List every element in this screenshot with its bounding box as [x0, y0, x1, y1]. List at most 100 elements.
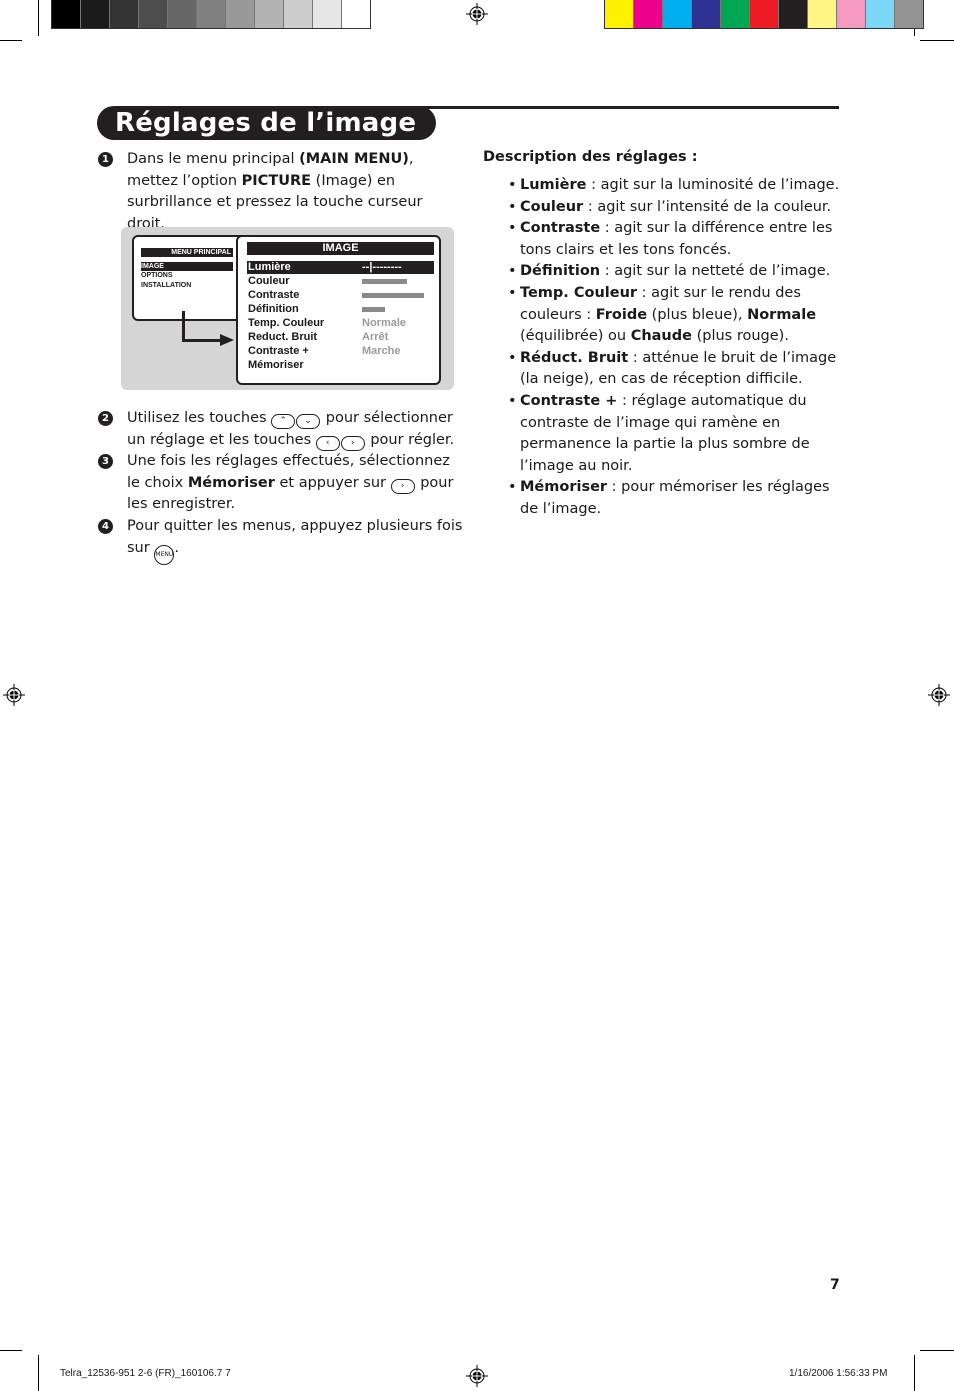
osd-row-value: Normale: [362, 317, 407, 329]
description-item: • Contraste : agit sur la différence entr…: [508, 218, 843, 261]
arrow-right-icon: [220, 334, 234, 346]
color-swatch: [721, 0, 750, 28]
bullet: •: [508, 479, 517, 496]
term: Contraste: [520, 220, 601, 237]
color-swatch: [342, 0, 370, 28]
term: Temp. Couleur: [520, 284, 638, 301]
term: Mémoriser: [520, 479, 608, 496]
step-number-badge: 3: [98, 454, 113, 469]
osd-main-menu-header: MENU PRINCIPAL: [141, 248, 233, 257]
color-swatch: [168, 0, 197, 28]
arrow-connector: [182, 339, 222, 342]
registration-mark-icon: [3, 684, 25, 706]
step-text: Une fois les réglages effectués, sélecti…: [127, 451, 463, 516]
osd-row-label: Définition: [248, 303, 299, 315]
osd-row-label: Contraste +: [248, 345, 309, 357]
registration-mark-icon: [466, 1365, 488, 1387]
osd-row-label: Temp. Couleur: [248, 317, 325, 329]
osd-row-label: Mémoriser: [248, 359, 304, 371]
grayscale-calibration-strip: [51, 0, 371, 29]
registration-mark-icon: [928, 684, 950, 706]
crop-mark: [914, 1355, 915, 1391]
term: Définition: [520, 263, 601, 280]
arrow-connector: [182, 311, 185, 341]
text: .: [174, 539, 179, 556]
osd-row-label: Reduct. Bruit: [248, 331, 318, 343]
step-number-badge: 2: [98, 411, 113, 426]
bullet: •: [508, 392, 517, 409]
color-swatch: [139, 0, 168, 28]
term: Couleur: [520, 198, 584, 215]
description-item: • Lumière : agit sur la luminosité de l’i…: [508, 175, 843, 197]
option-term: Normale: [747, 306, 817, 323]
definition: : agit sur la luminosité de l’image.: [586, 177, 840, 193]
osd-row-value: Marche: [362, 345, 401, 357]
step-text: Utilisez les touches ⌃ ⌄ pour sélectionne…: [127, 408, 463, 451]
osd-image-menu-row: Lumière --|--------: [247, 261, 434, 274]
osd-main-menu-item: INSTALLATION: [141, 282, 192, 289]
text: et appuyer sur: [274, 474, 391, 491]
osd-main-menu-item: OPTIONS: [141, 272, 173, 279]
osd-image-menu-row: Reduct. Bruit Arrêt: [247, 331, 434, 344]
osd-main-menu-item: IMAGE: [141, 262, 233, 271]
osd-row-label: Lumière: [248, 261, 291, 273]
option-text: (équilibrée) ou: [520, 328, 631, 345]
color-swatch: [663, 0, 692, 28]
option-text: (plus bleue),: [647, 306, 748, 323]
menu-key-icon: MENU: [154, 544, 175, 565]
osd-image-menu-row: Contraste + Marche: [247, 345, 434, 358]
bold-text: Mémoriser: [187, 474, 275, 491]
text: Utilisez les touches: [127, 410, 272, 426]
color-swatch: [692, 0, 721, 28]
description-heading: Description des réglages :: [483, 149, 698, 165]
color-swatch: [779, 0, 808, 28]
step-2: 2 Utilisez les touches ⌃ ⌄ pour sélection…: [98, 408, 463, 451]
bold-text: PICTURE: [241, 172, 312, 189]
description-item: • Mémoriser : pour mémoriser les réglages…: [508, 477, 843, 520]
description-item: • Couleur : agit sur l’intensité de la co…: [508, 197, 843, 219]
step-1: 1 Dans le menu principal (MAIN MENU), me…: [98, 149, 463, 235]
step-3: 3 Une fois les réglages effectués, sélec…: [98, 451, 463, 516]
osd-image-menu-row: Définition: [247, 303, 434, 316]
osd-image-menu-header: IMAGE: [247, 242, 434, 255]
step-text: Pour quitter les menus, appuyez plusieur…: [127, 516, 463, 565]
osd-image-menu-row: Couleur: [247, 275, 434, 288]
bullet: •: [508, 263, 517, 280]
osd-image-menu-row: Contraste: [247, 289, 434, 302]
color-swatch: [81, 0, 110, 28]
left-key-icon: ‹: [315, 435, 340, 451]
bullet: •: [508, 284, 517, 301]
title-rule: [390, 106, 839, 109]
osd-image-menu-row: Temp. Couleur Normale: [247, 317, 434, 330]
step-number-badge: 1: [98, 152, 113, 167]
down-key-icon: ⌄: [296, 414, 321, 429]
text: Dans le menu principal: [127, 151, 300, 167]
step-number-badge: 4: [98, 519, 113, 534]
color-swatch: [895, 0, 923, 28]
description-item: • Contraste + : réglage automatique du co…: [508, 391, 843, 477]
page-title: Réglages de l’image: [97, 106, 437, 140]
right-key-icon: ›: [340, 435, 365, 451]
bullet: •: [508, 220, 517, 237]
registration-mark-icon: [466, 3, 488, 25]
bullet: •: [508, 198, 517, 215]
bold-text: (MAIN MENU): [299, 151, 409, 167]
color-swatch: [605, 0, 634, 28]
osd-image-menu-row: Mémoriser: [247, 359, 434, 372]
osd-level-bar: [362, 279, 407, 284]
term: Réduct. Bruit: [520, 349, 629, 366]
osd-row-value: Arrêt: [362, 331, 389, 343]
color-swatch: [197, 0, 226, 28]
footer-filename: Telra_12536-951 2-6 (FR)_160106.7 7: [60, 1368, 231, 1379]
term: Lumière: [520, 177, 587, 193]
bullet: •: [508, 177, 517, 193]
color-swatch: [226, 0, 255, 28]
description-list: • Lumière : agit sur la luminosité de l’i…: [508, 175, 843, 521]
option-term: Chaude: [630, 328, 692, 345]
term: Contraste +: [520, 392, 618, 409]
crop-mark: [0, 40, 22, 41]
osd-image-menu: IMAGE Lumière --|-------- Couleur Contraste…: [236, 235, 441, 385]
color-swatch: [110, 0, 139, 28]
color-swatch: [284, 0, 313, 28]
crop-mark: [38, 0, 39, 36]
